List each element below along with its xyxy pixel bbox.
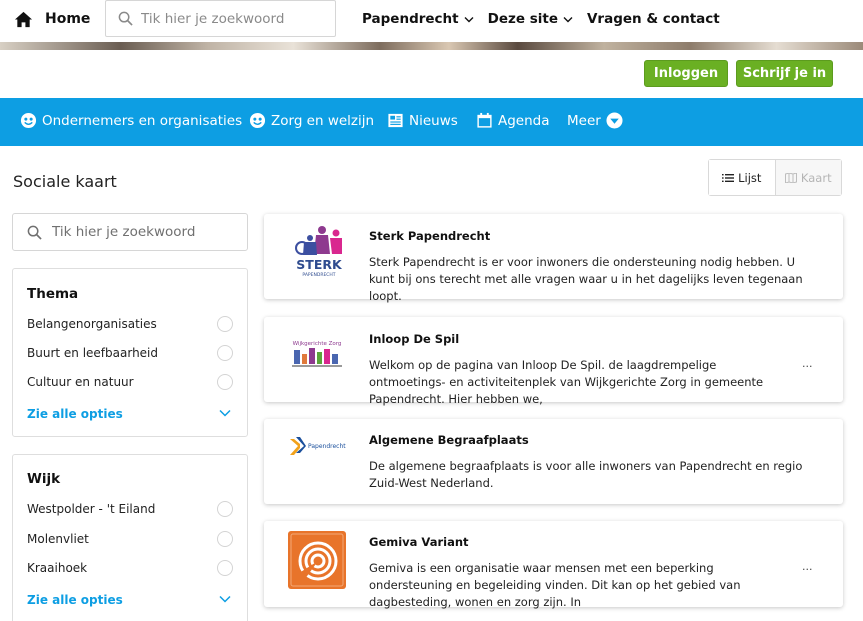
filter-title: Thema [27, 286, 79, 302]
list-icon [722, 173, 735, 182]
menu-item-ondernemers[interactable]: Ondernemers en organisaties [20, 112, 242, 129]
view-map-label: Kaart [800, 170, 832, 185]
menu-item-nieuws[interactable]: Nieuws [387, 112, 458, 129]
filter-option: Cultuur en natuur [27, 375, 134, 389]
filter-radio[interactable] [217, 374, 233, 390]
view-toggle: Lijst Kaart [708, 159, 842, 196]
filter-radio[interactable] [217, 501, 233, 517]
more-ellipsis[interactable]: ... [802, 560, 813, 573]
calendar-icon [477, 112, 492, 128]
map-icon [784, 172, 797, 183]
svg-text:STERK: STERK [296, 257, 343, 272]
home-icon [14, 11, 33, 27]
filter-option: Westpolder - 't Eiland [27, 502, 156, 516]
page-title: Sociale kaart [13, 172, 117, 191]
view-list-label: Lijst [738, 170, 762, 185]
more-ellipsis[interactable]: ... [802, 357, 813, 370]
result-card-sterk[interactable]: STERK PAPENDRECHT Sterk Papendrecht Ster… [264, 214, 843, 303]
signup-button[interactable]: Schrijf je in [736, 60, 833, 87]
result-card-de-spil[interactable]: Wijkgerichte Zorg Inloop De Spil Welkom … [264, 317, 843, 406]
result-card-gemiva[interactable]: Gemiva Variant Gemiva is een organisatie… [264, 521, 843, 609]
result-description: Sterk Papendrecht is er voor inwoners di… [369, 255, 803, 303]
filter-panel-wijk: Wijk Westpolder - 't Eiland Molenvliet K… [12, 454, 248, 621]
home-label: Home [45, 11, 91, 27]
svg-text:Wijkgerichte Zorg: Wijkgerichte Zorg [293, 341, 342, 347]
search-icon [27, 225, 42, 240]
result-card-begraafplaats[interactable]: Papendrecht Algemene Begraafplaats De al… [264, 419, 843, 504]
result-title[interactable]: Gemiva Variant [369, 535, 469, 549]
filter-panel-thema: Thema Belangenorganisaties Buurt en leef… [12, 268, 248, 437]
smiley-icon [20, 112, 37, 129]
menu-item-label: Meer [567, 112, 601, 129]
top-search-input[interactable] [141, 10, 321, 27]
result-description: De algemene begraafplaats is voor alle i… [369, 459, 803, 490]
menu-item-label: Ondernemers en organisaties [42, 112, 243, 129]
search-icon [118, 11, 133, 26]
view-map-button[interactable]: Kaart [775, 160, 841, 195]
filter-radio[interactable] [217, 560, 233, 576]
chevron-down-icon [563, 16, 573, 22]
result-title[interactable]: Inloop De Spil [369, 332, 459, 346]
svg-text:Papendrecht: Papendrecht [308, 443, 346, 450]
chevron-down-icon[interactable] [219, 595, 231, 603]
gemiva-logo [288, 531, 346, 589]
login-button[interactable]: Inloggen [644, 60, 728, 87]
top-bar: Home Papendrecht Deze site Vragen & cont… [0, 0, 863, 42]
chevron-down-icon [464, 16, 474, 22]
nav-vragen-contact[interactable]: Vragen & contact [587, 11, 720, 27]
menu-item-label: Agenda [498, 112, 550, 129]
header-image-strip [0, 42, 863, 50]
result-description: Gemiva is een organisatie waar mensen me… [369, 561, 741, 609]
menu-item-agenda[interactable]: Agenda [476, 112, 550, 129]
top-search-box[interactable] [105, 0, 336, 37]
newspaper-icon [388, 113, 403, 128]
filter-option: Molenvliet [27, 532, 89, 546]
result-description: Welkom op de pagina van Inloop De Spil. … [369, 358, 764, 406]
nav-papendrecht-label: Papendrecht [362, 11, 459, 27]
smiley-icon [249, 112, 266, 129]
filter-title: Wijk [27, 471, 61, 487]
menu-item-meer[interactable]: Meer [567, 112, 628, 129]
papendrecht-logo: Papendrecht [290, 437, 346, 455]
menu-item-zorg[interactable]: Zorg en welzijn [249, 112, 374, 129]
filter-radio[interactable] [217, 345, 233, 361]
filter-option: Kraaihoek [27, 561, 88, 575]
sidebar-search-input[interactable] [52, 224, 232, 240]
view-list-button[interactable]: Lijst [709, 160, 776, 195]
sterk-papendrecht-logo: STERK PAPENDRECHT [295, 226, 343, 278]
sidebar-search-box[interactable] [12, 213, 248, 251]
nav-deze-site[interactable]: Deze site [488, 11, 573, 27]
filter-option: Buurt en leefbaarheid [27, 346, 159, 360]
menu-item-label: Zorg en welzijn [271, 112, 375, 129]
show-all-options-link[interactable]: Zie alle opties [27, 407, 123, 421]
result-title[interactable]: Algemene Begraafplaats [369, 433, 529, 447]
wijkgerichte-zorg-logo: Wijkgerichte Zorg [292, 341, 342, 367]
nav-vragen-contact-label: Vragen & contact [586, 11, 720, 27]
chevron-down-circle-icon [606, 112, 623, 129]
chevron-down-icon[interactable] [219, 409, 231, 417]
nav-papendrecht[interactable]: Papendrecht [362, 11, 474, 27]
top-navigation: Papendrecht Deze site Vragen & contact [362, 9, 734, 29]
filter-option: Belangenorganisaties [27, 317, 157, 331]
home-link[interactable]: Home [14, 8, 90, 30]
menu-item-label: Nieuws [409, 112, 458, 129]
main-menu: Ondernemers en organisaties Zorg en welz… [0, 98, 863, 146]
filter-radio[interactable] [217, 531, 233, 547]
nav-deze-site-label: Deze site [487, 11, 558, 27]
filter-radio[interactable] [217, 316, 233, 332]
show-all-options-link[interactable]: Zie alle opties [27, 593, 123, 607]
result-title[interactable]: Sterk Papendrecht [369, 229, 490, 243]
svg-text:PAPENDRECHT: PAPENDRECHT [302, 272, 335, 278]
